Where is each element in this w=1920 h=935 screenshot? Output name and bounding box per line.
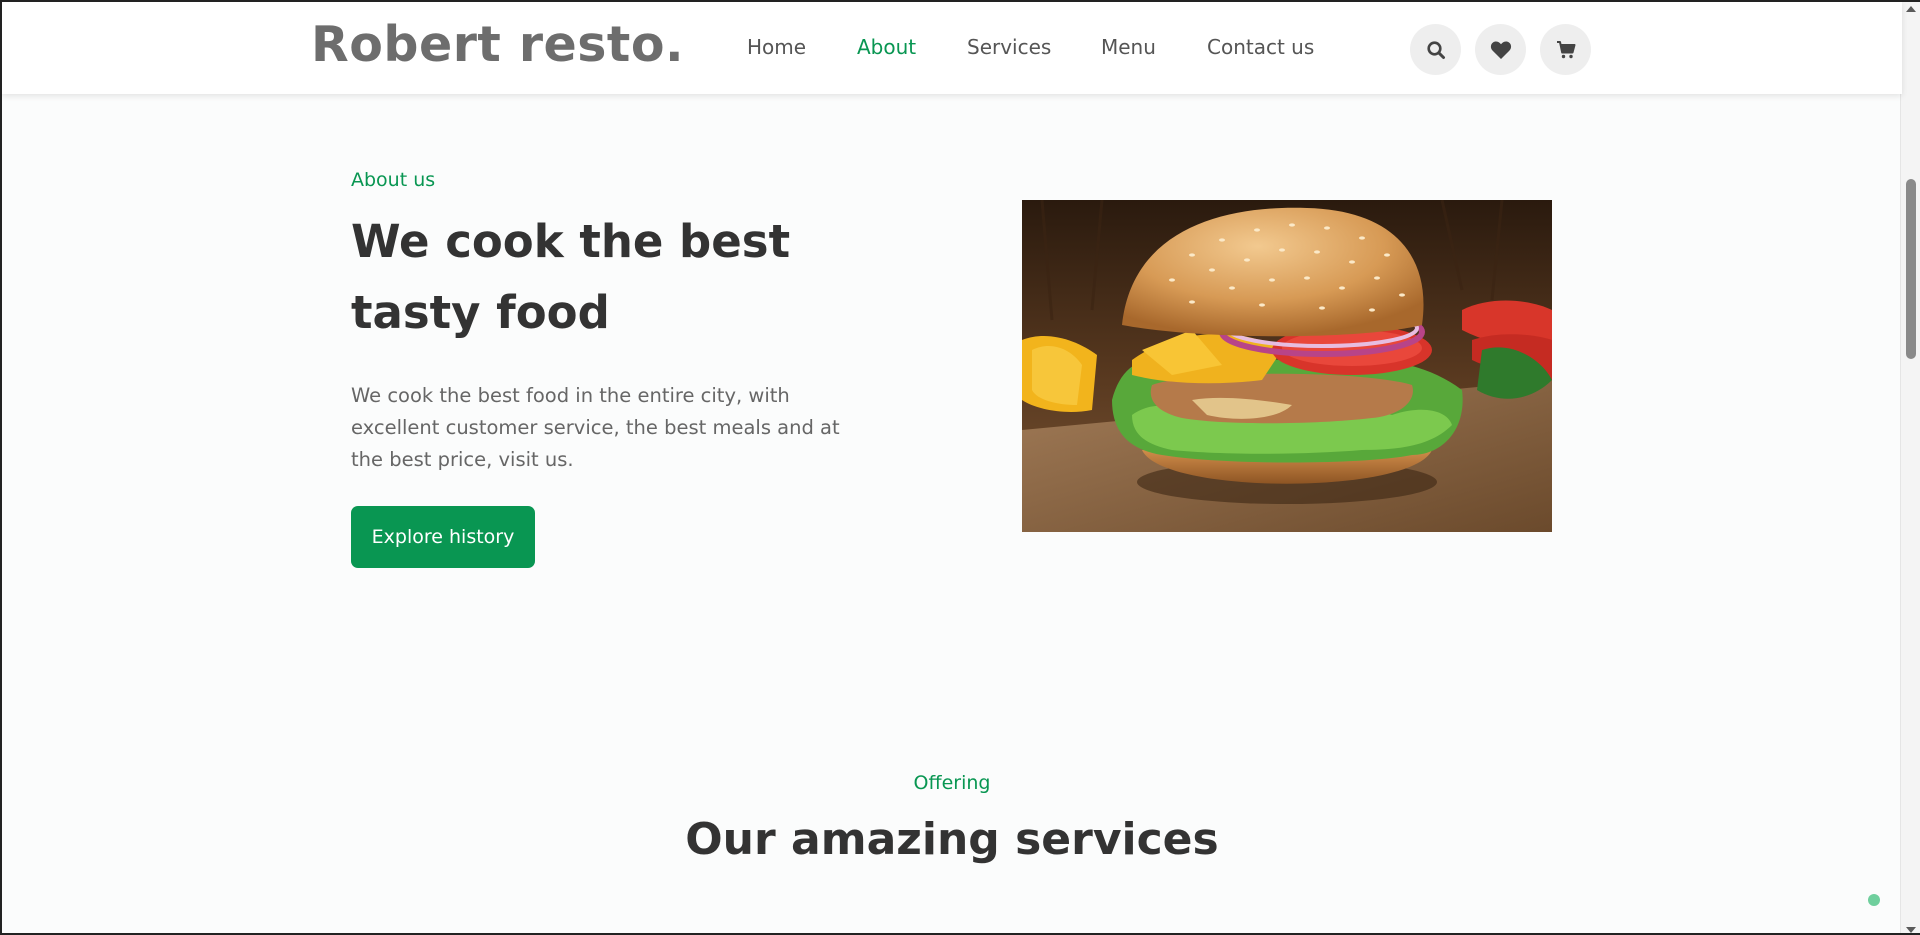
browser-viewport: Robert resto. Home About Services Menu C… [0, 0, 1920, 935]
cart-icon [1556, 40, 1575, 58]
about-description: We cook the best food in the entire city… [351, 384, 840, 471]
nav-link-about[interactable]: About [857, 35, 916, 59]
nav-link-services[interactable]: Services [967, 35, 1051, 59]
cart-button[interactable] [1540, 24, 1591, 75]
search-icon [1426, 40, 1445, 59]
services-heading: Our amazing services [685, 814, 1219, 865]
nav-link-home[interactable]: Home [747, 35, 806, 59]
site-logo[interactable]: Robert resto. [311, 16, 684, 73]
nav-link-menu[interactable]: Menu [1101, 35, 1156, 59]
search-button[interactable] [1410, 24, 1461, 75]
about-heading: We cook the best tasty food [351, 215, 791, 339]
burger-image [1022, 200, 1552, 532]
scroll-down-arrow-icon[interactable] [1906, 927, 1916, 933]
favorites-button[interactable] [1475, 24, 1526, 75]
about-eyebrow: About us [351, 169, 436, 191]
nav-link-contact[interactable]: Contact us [1207, 35, 1314, 59]
scroll-up-arrow-icon[interactable] [1906, 6, 1916, 12]
explore-history-button[interactable]: Explore history [351, 506, 535, 568]
floating-indicator-dot [1868, 894, 1880, 906]
scrollbar-thumb[interactable] [1906, 179, 1916, 359]
services-eyebrow: Offering [913, 772, 991, 794]
heart-icon [1490, 41, 1511, 59]
site-header: Robert resto. Home About Services Menu C… [2, 2, 1902, 94]
page-scrollbar[interactable] [1900, 2, 1920, 933]
